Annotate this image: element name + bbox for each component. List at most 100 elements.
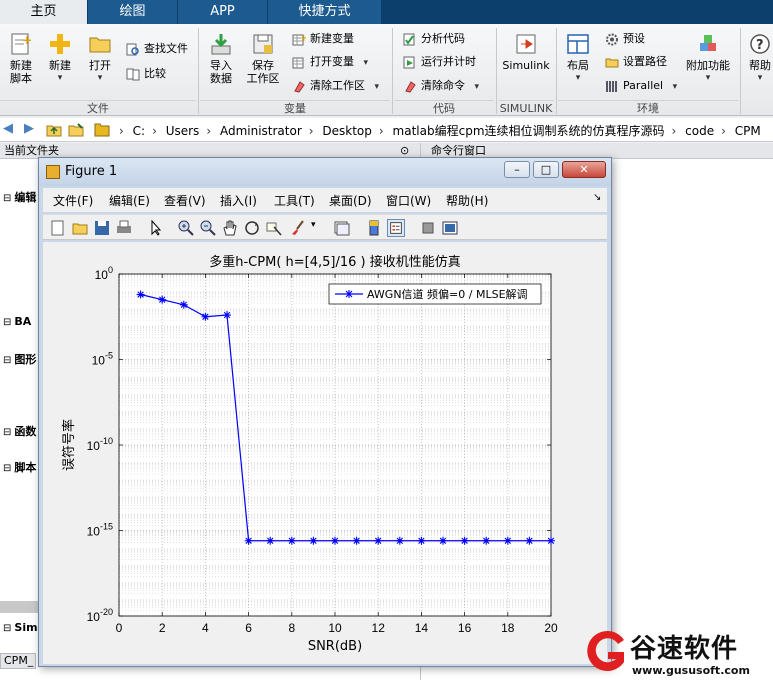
data-point-marker <box>309 536 318 545</box>
legend-icon[interactable] <box>387 219 405 237</box>
layout-icon <box>567 34 589 54</box>
close-button[interactable]: ✕ <box>562 161 606 178</box>
command-window-title: 命令行窗口 <box>431 144 486 157</box>
data-point-marker <box>395 536 404 545</box>
gear-icon <box>606 33 618 45</box>
chart-title: 多重h-CPM( h=[4,5]/16 ) 接收机性能仿真 <box>209 254 460 270</box>
breadcrumb-separator: › <box>308 124 314 138</box>
menu-help[interactable]: 帮助(H) <box>446 192 488 209</box>
breadcrumb-item[interactable]: Users <box>166 124 200 138</box>
help-button[interactable]: ? 帮助 ▾ <box>744 32 773 85</box>
add-ons-button[interactable]: 附加功能 ▾ <box>684 32 732 85</box>
tab-shortcuts[interactable]: 快捷方式 <box>268 0 382 24</box>
menu-view[interactable]: 查看(V) <box>164 192 206 209</box>
link-plot-icon[interactable] <box>333 219 351 237</box>
folder-section-item[interactable]: BA <box>3 315 31 328</box>
ribbon-separator <box>556 28 557 114</box>
clear-workspace-label: 清除工作区 <box>310 79 365 92</box>
new-variable-icon: + <box>292 34 306 45</box>
data-cursor-icon[interactable] <box>265 219 283 237</box>
up-folder-icon[interactable] <box>46 122 62 137</box>
show-plot-tools-icon[interactable] <box>441 219 459 237</box>
colorbar-icon[interactable] <box>365 219 383 237</box>
breadcrumb-item[interactable]: CPM <box>735 124 761 138</box>
new-script-button[interactable]: + 新建 脚本 <box>3 32 39 85</box>
print-icon[interactable] <box>115 219 133 237</box>
menu-insert[interactable]: 插入(I) <box>220 192 257 209</box>
folder-section-item[interactable]: 图形 <box>3 351 36 367</box>
hide-plot-tools-icon[interactable] <box>419 219 437 237</box>
clear-workspace-button[interactable]: 清除工作区 <box>292 77 379 95</box>
new-variable-button[interactable]: + 新建变量 <box>292 30 354 48</box>
clear-commands-button[interactable]: 清除命令 <box>403 77 479 95</box>
import-data-icon <box>211 34 231 55</box>
simulink-button[interactable]: Simulink <box>500 32 552 72</box>
data-point-marker <box>482 536 491 545</box>
menu-file[interactable]: 文件(F) <box>53 192 93 209</box>
breadcrumb-item[interactable]: matlab编程cpm连续相位调制系统的仿真程序源码 <box>393 122 665 139</box>
parallel-button[interactable]: Parallel <box>605 77 677 95</box>
brush-icon[interactable] <box>289 219 307 237</box>
edit-plot-pointer-icon[interactable] <box>147 219 165 237</box>
zoom-in-icon[interactable] <box>177 219 195 237</box>
menu-desktop[interactable]: 桌面(D) <box>329 192 372 209</box>
save-workspace-button[interactable]: 保存 工作区 <box>244 32 282 85</box>
breadcrumb-item[interactable]: Desktop <box>322 124 372 138</box>
ribbon-separator <box>496 28 497 114</box>
brush-dropdown-icon[interactable]: ▾ <box>311 220 316 230</box>
tab-home[interactable]: 主页 <box>0 0 88 24</box>
new-button[interactable]: 新建 ▾ <box>42 32 78 85</box>
figure-title-bar[interactable]: Figure 1 – □ ✕ <box>39 158 611 186</box>
x-tick-label: 18 <box>501 621 515 635</box>
set-path-button[interactable]: 设置路径 <box>605 53 667 71</box>
breadcrumb-item[interactable]: Administrator <box>220 124 302 138</box>
menu-window[interactable]: 窗口(W) <box>386 192 431 209</box>
watermark-logo-icon <box>587 631 624 671</box>
menu-tools[interactable]: 工具(T) <box>274 192 315 209</box>
folder-section-item[interactable]: 函数 <box>3 423 36 439</box>
menu-dock-arrow-icon[interactable]: ↘ <box>593 192 601 203</box>
open-file-icon[interactable] <box>71 219 89 237</box>
x-tick-label: 12 <box>372 621 386 635</box>
find-files-label: 查找文件 <box>144 42 188 55</box>
pan-hand-icon[interactable] <box>221 219 239 237</box>
folder-section-item[interactable]: 脚本 <box>3 459 36 475</box>
zoom-out-icon[interactable] <box>199 219 217 237</box>
layout-button[interactable]: 布局 ▾ <box>560 32 596 85</box>
file-tab[interactable]: CPM_ <box>0 653 36 669</box>
folder-section-item[interactable]: Sim <box>3 621 37 634</box>
new-label: 新建 <box>49 59 71 72</box>
menu-edit[interactable]: 编辑(E) <box>109 192 150 209</box>
file-section-label: 文件 <box>0 100 196 115</box>
new-figure-icon[interactable] <box>49 219 67 237</box>
minimize-button[interactable]: – <box>504 161 530 178</box>
folder-section-item[interactable]: 编辑 <box>3 189 36 205</box>
open-variable-button[interactable]: 打开变量 <box>292 53 368 71</box>
x-tick-label: 2 <box>159 621 166 635</box>
breadcrumb-item[interactable]: code <box>685 124 714 138</box>
back-arrow-icon[interactable]: ◀ <box>3 121 13 136</box>
save-figure-icon[interactable] <box>93 219 111 237</box>
data-point-marker <box>331 536 339 545</box>
analyze-code-button[interactable]: 分析代码 <box>403 30 465 48</box>
ser-plot[interactable]: 0 2 4 6 8 10 12 14 16 18 20 100 10-5 10-10 10-15 10-20 A… <box>43 242 607 664</box>
open-label: 打开 <box>89 59 111 72</box>
current-folder-title: 当前文件夹 <box>4 144 59 157</box>
open-button[interactable]: 打开 ▾ <box>82 32 118 85</box>
preferences-button[interactable]: 预设 <box>605 30 645 48</box>
run-and-time-button[interactable]: 运行并计时 <box>403 53 476 71</box>
tab-plots[interactable]: 绘图 <box>88 0 178 24</box>
breadcrumb-item[interactable]: C: <box>133 124 145 138</box>
rotate-3d-icon[interactable] <box>243 219 261 237</box>
maximize-button[interactable]: □ <box>533 161 559 178</box>
forward-arrow-icon[interactable]: ▶ <box>24 121 34 136</box>
tab-apps[interactable]: APP <box>178 0 268 24</box>
compare-button[interactable]: 比较 <box>126 65 166 83</box>
svg-text:+: + <box>22 33 32 47</box>
y-axis-label: 误符号率 <box>61 419 77 471</box>
breadcrumb-separator: › <box>721 124 726 138</box>
ribbon-separator <box>740 28 741 114</box>
import-data-button[interactable]: 导入 数据 <box>202 32 240 85</box>
find-files-button[interactable]: 查找文件 <box>126 40 188 58</box>
browse-folder-icon[interactable] <box>68 122 84 137</box>
